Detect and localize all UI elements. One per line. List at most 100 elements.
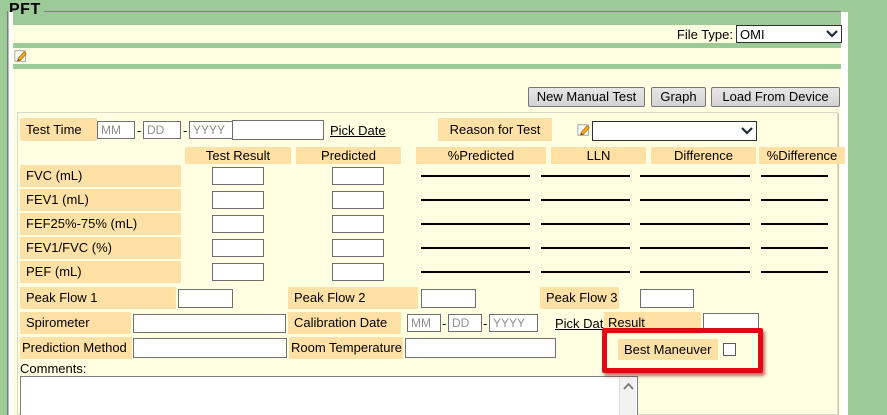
result-wrap [703,313,759,332]
comments-textarea[interactable] [20,376,638,415]
spirometer-label: Spirometer [20,312,131,334]
peak-flow-3-wrap [640,289,694,308]
calibration-date-label: Calibration Date [288,312,401,334]
row-label-pef: PEF (mL) [20,261,181,283]
room-temperature-label: Room Temperature [289,337,403,359]
fev1fvc-predicted-input[interactable] [332,239,384,257]
difference-line [640,175,750,177]
calibration-year-wrap [489,314,538,332]
graph-button[interactable]: Graph [651,87,706,107]
file-type-select[interactable]: OMI [736,25,842,43]
spirometer-input[interactable] [133,314,286,333]
date-separator: - [183,122,187,140]
fev1-predicted-wrap [332,191,384,209]
fev1-predicted-input[interactable] [332,191,384,209]
fev1-test-result-wrap [212,191,264,209]
date-separator: - [483,315,487,333]
percent-predicted-line [421,247,530,249]
test-time-year-input[interactable] [189,121,233,139]
peak-flow-2-label: Peak Flow 2 [288,287,418,309]
chevron-down-icon [826,30,838,38]
difference-line [640,223,750,225]
lln-line [541,223,630,225]
calibration-year-input[interactable] [489,314,538,332]
difference-line [640,199,750,201]
pft-page: PFT File Type: OMI New Manual Test Graph… [0,0,887,415]
fef-predicted-wrap [332,215,384,233]
test-time-day-input[interactable] [143,121,181,139]
best-maneuver-checkbox[interactable] [723,343,736,356]
prediction-method-wrap [133,338,287,358]
reason-for-test-select[interactable] [592,121,757,141]
percent-difference-line [761,223,828,225]
peak-flow-1-input[interactable] [178,289,233,308]
date-separator: - [137,122,141,140]
date-separator: - [442,315,446,333]
fef-predicted-input[interactable] [332,215,384,233]
lln-line [541,271,630,273]
peak-flow-2-wrap [421,289,476,308]
room-temperature-input[interactable] [405,338,556,358]
peak-flow-3-label: Peak Flow 3 [540,287,619,309]
load-from-device-button[interactable]: Load From Device [711,87,840,107]
calibration-month-input[interactable] [407,314,441,332]
lln-line [541,175,630,177]
test-time-time-input[interactable] [232,120,324,140]
fev1fvc-predicted-wrap [332,239,384,257]
percent-difference-line [761,175,828,177]
col-header-percent-predicted: %Predicted [416,147,546,164]
result-input[interactable] [703,313,759,332]
fef-test-result-input[interactable] [212,215,264,233]
fev1fvc-test-result-wrap [212,239,264,257]
scroll-up-arrow-icon[interactable] [620,378,637,395]
fev1-test-result-input[interactable] [212,191,264,209]
test-time-label: Test Time [20,118,97,141]
pef-test-result-wrap [212,263,264,281]
fvc-predicted-wrap [332,167,384,185]
test-time-day-field-wrap [143,121,181,139]
file-type-selected-value: OMI [740,27,826,42]
result-label: Result [604,312,701,334]
best-maneuver-label: Best Maneuver [618,339,718,360]
percent-difference-line [761,271,828,273]
edit-pencil-icon[interactable] [14,49,28,63]
room-temperature-wrap [405,338,556,358]
fvc-test-result-wrap [212,167,264,185]
test-time-year-field-wrap [189,121,233,139]
edit-pencil-icon[interactable] [577,123,591,137]
test-time-pick-date-link[interactable]: Pick Date [330,123,386,138]
col-header-predicted: Predicted [296,147,401,164]
peak-flow-1-wrap [178,289,233,308]
page-title: PFT [9,1,41,19]
pef-predicted-wrap [332,263,384,281]
peak-flow-3-input[interactable] [640,289,694,308]
fev1fvc-test-result-input[interactable] [212,239,264,257]
calibration-day-input[interactable] [448,314,482,332]
percent-difference-line [761,199,828,201]
chevron-down-icon [741,127,753,135]
file-type-label: File Type: [655,27,733,42]
comments-scrollbar[interactable] [619,378,636,415]
test-time-time-field-wrap [232,120,324,140]
fieldset-top-border [44,11,841,13]
row-label-fvc: FVC (mL) [20,165,181,187]
percent-difference-line [761,247,828,249]
calibration-month-wrap [407,314,441,332]
col-header-test-result: Test Result [185,147,291,164]
new-manual-test-button[interactable]: New Manual Test [528,87,645,107]
fvc-predicted-input[interactable] [332,167,384,185]
prediction-method-input[interactable] [133,338,287,358]
col-header-difference: Difference [651,147,756,164]
test-time-month-input[interactable] [97,121,135,139]
peak-flow-2-input[interactable] [421,289,476,308]
percent-predicted-line [421,271,530,273]
row-label-fev1: FEV1 (mL) [20,189,181,211]
difference-line [640,247,750,249]
fvc-test-result-input[interactable] [212,167,264,185]
percent-predicted-line [421,175,530,177]
calibration-pick-date-link[interactable]: Pick Date [555,316,611,331]
right-gutter [841,12,848,415]
col-header-lln: LLN [551,147,646,164]
pef-predicted-input[interactable] [332,263,384,281]
pef-test-result-input[interactable] [212,263,264,281]
